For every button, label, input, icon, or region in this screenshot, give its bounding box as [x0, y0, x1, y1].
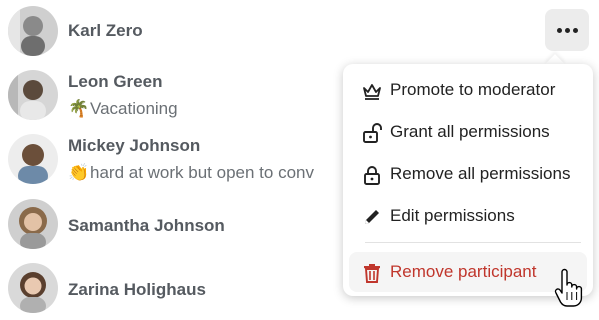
trash-icon: [364, 264, 380, 283]
status-text: hard at work but open to conv: [90, 163, 314, 182]
menu-item-label: Remove participant: [390, 262, 537, 281]
avatar: [8, 199, 58, 249]
avatar: [8, 263, 58, 313]
avatar: [8, 70, 58, 120]
menu-item-remove-all-permissions[interactable]: Remove all permissions: [349, 154, 587, 194]
menu-item-label: Grant all permissions: [390, 122, 550, 141]
crown-icon: [363, 84, 381, 100]
dot-icon: [556, 27, 562, 33]
menu-item-grant-all-permissions[interactable]: Grant all permissions: [349, 112, 587, 152]
participant-name: Leon Green: [68, 72, 163, 91]
participant-name: Mickey Johnson: [68, 136, 201, 155]
status-text: Vacationing: [90, 99, 178, 118]
clapping-hands-icon: 👏: [68, 163, 90, 182]
dot-icon: [564, 27, 570, 33]
avatar: [8, 6, 58, 56]
participant-row[interactable]: Karl Zero: [0, 0, 599, 62]
menu-item-remove-participant[interactable]: Remove participant: [349, 252, 587, 292]
menu-item-edit-permissions[interactable]: Edit permissions: [349, 196, 587, 236]
menu-item-label: Edit permissions: [390, 206, 515, 225]
menu-divider: [365, 242, 581, 243]
pencil-icon: [365, 210, 379, 224]
participant-name: Zarina Holighaus: [68, 280, 206, 299]
menu-item-label: Promote to moderator: [390, 80, 556, 99]
palm-tree-icon: 🌴: [68, 99, 90, 118]
hand-cursor-icon: [554, 268, 583, 307]
participant-name: Karl Zero: [68, 21, 143, 40]
participant-status: 🌴Vacationing: [68, 99, 338, 119]
menu-item-promote-to-moderator[interactable]: Promote to moderator: [349, 70, 587, 110]
menu-item-label: Remove all permissions: [390, 164, 571, 183]
participant-name: Samantha Johnson: [68, 216, 225, 235]
more-options-button[interactable]: [545, 9, 589, 51]
avatar: [8, 134, 58, 184]
participant-status: 👏hard at work but open to conv: [68, 163, 338, 183]
lock-icon: [364, 166, 380, 185]
participant-actions-menu: Promote to moderator Grant all permissio…: [343, 64, 593, 296]
lock-open-icon: [363, 123, 382, 143]
dot-icon: [572, 27, 578, 33]
